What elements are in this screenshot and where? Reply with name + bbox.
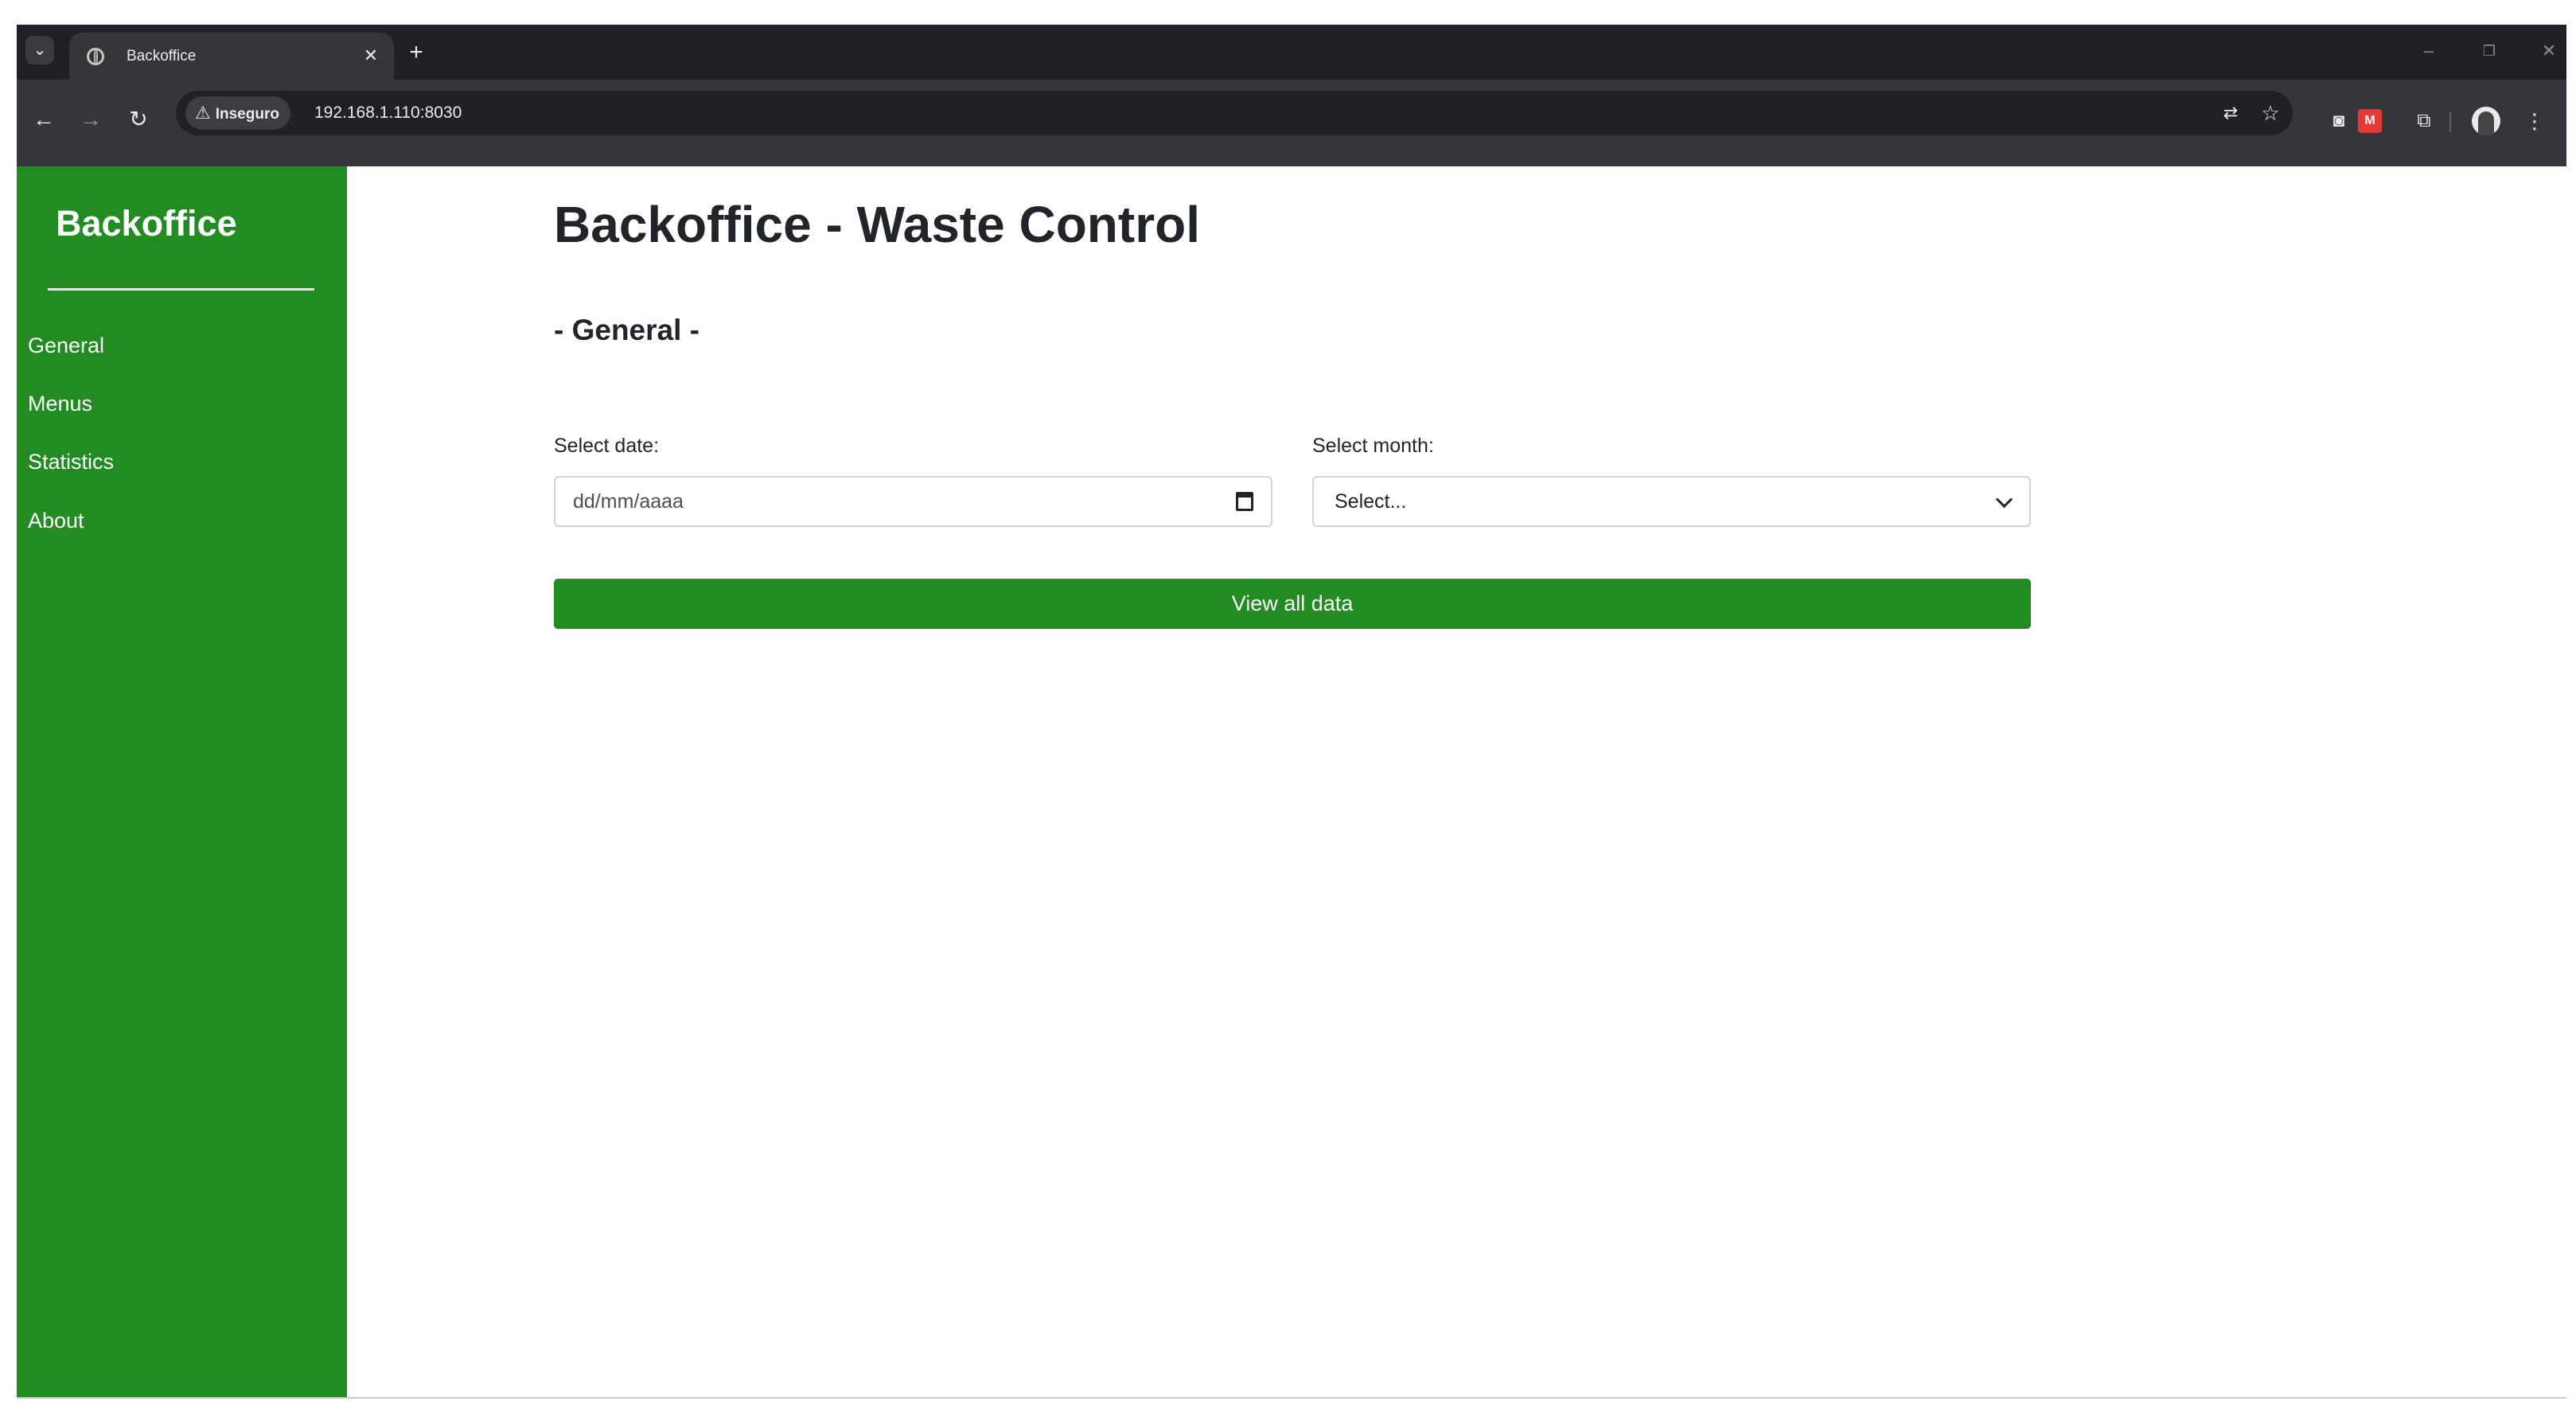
month-select-value: Select... — [1335, 490, 1407, 513]
page-title: Backoffice - Waste Control — [554, 196, 1200, 253]
red-extension-icon[interactable]: M — [2358, 109, 2382, 133]
date-placeholder: dd/mm/aaaa — [573, 490, 684, 513]
forward-icon[interactable]: → — [72, 100, 110, 139]
restore-icon[interactable]: ❐ — [2473, 39, 2505, 63]
browser-toolbar: ← → ↻ ⚠ Inseguro 192.168.1.110:8030 ⇄ ☆ ◙… — [17, 80, 2566, 166]
sidebar-item-statistics[interactable]: Statistics — [28, 450, 114, 474]
security-label: Inseguro — [215, 106, 279, 123]
sidebar-item-general[interactable]: General — [28, 334, 104, 358]
tab-strip: ⌄ Backoffice ✕ + – ❐ ✕ — [17, 25, 2566, 80]
extensions-puzzle-icon[interactable]: ⧉ — [2406, 103, 2442, 139]
web-page: Backoffice General Menus Statistics Abou… — [17, 166, 2566, 1397]
close-window-icon[interactable]: ✕ — [2533, 39, 2565, 63]
close-tab-icon[interactable]: ✕ — [359, 44, 383, 68]
security-chip[interactable]: ⚠ Inseguro — [185, 96, 290, 130]
date-field-label: Select date: — [554, 435, 660, 457]
camera-icon[interactable]: ◙ — [2321, 103, 2356, 139]
sidebar-item-about[interactable]: About — [28, 509, 84, 533]
section-title: - General - — [554, 314, 700, 346]
date-input[interactable]: dd/mm/aaaa — [554, 476, 1272, 527]
month-field-label: Select month: — [1312, 435, 1434, 457]
reload-icon[interactable]: ↻ — [119, 100, 158, 139]
globe-icon — [87, 48, 104, 65]
address-bar[interactable]: ⚠ Inseguro 192.168.1.110:8030 ⇄ ☆ — [176, 91, 2293, 135]
bookmark-star-icon[interactable]: ☆ — [2253, 96, 2288, 131]
calendar-icon[interactable] — [1236, 492, 1253, 511]
new-tab-button[interactable]: + — [402, 39, 431, 68]
translate-icon[interactable]: ⇄ — [2213, 96, 2248, 131]
screen: ⌄ Backoffice ✕ + – ❐ ✕ ← → ↻ ⚠ Inseguro 1… — [0, 0, 2576, 1409]
tab-backoffice[interactable]: Backoffice ✕ — [69, 33, 394, 80]
toolbar-divider — [2449, 111, 2451, 132]
sidebar-brand[interactable]: Backoffice — [56, 203, 237, 244]
sidebar-divider — [48, 288, 314, 291]
chevron-down-icon — [1995, 490, 2013, 509]
sidebar-item-menus[interactable]: Menus — [28, 392, 92, 416]
month-select[interactable]: Select... — [1312, 476, 2031, 527]
warning-icon: ⚠ — [195, 103, 211, 123]
browser-menu-icon[interactable]: ⋮ — [2517, 103, 2552, 139]
profile-avatar[interactable] — [2472, 107, 2500, 135]
tab-search-button[interactable]: ⌄ — [25, 36, 54, 64]
sidebar: Backoffice General Menus Statistics Abou… — [17, 166, 347, 1397]
back-icon[interactable]: ← — [25, 100, 63, 139]
minimize-icon[interactable]: – — [2413, 39, 2445, 63]
browser-window: ⌄ Backoffice ✕ + – ❐ ✕ ← → ↻ ⚠ Inseguro 1… — [17, 25, 2566, 1399]
tab-title: Backoffice — [127, 48, 197, 64]
url-text[interactable]: 192.168.1.110:8030 — [314, 96, 462, 130]
view-all-data-button[interactable]: View all data — [554, 579, 2031, 629]
